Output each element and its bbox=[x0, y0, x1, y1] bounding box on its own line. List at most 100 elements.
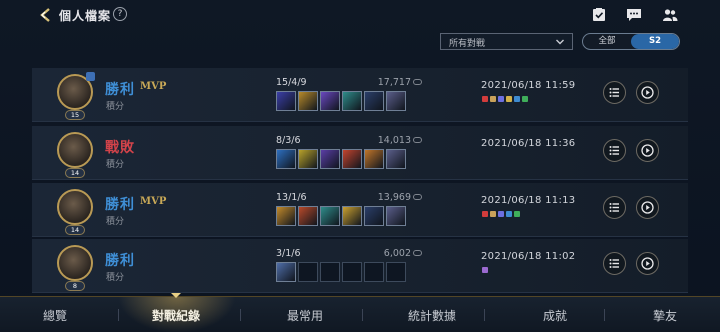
help-icon[interactable]: ? bbox=[113, 7, 127, 21]
hero-level-badge: 8 bbox=[65, 281, 85, 291]
match-row[interactable]: 14 戰敗積分 8/3/6 14,013 2021/06/18 11:36 bbox=[32, 126, 688, 180]
gold-coin-icon bbox=[413, 250, 422, 256]
tab-overview[interactable]: 總覽 bbox=[37, 307, 73, 324]
item-icon bbox=[342, 149, 362, 169]
play-icon bbox=[641, 201, 654, 214]
achievement-mark-icon bbox=[482, 96, 488, 102]
item-icon bbox=[298, 206, 318, 226]
tab-most-used[interactable]: 最常用 bbox=[283, 307, 327, 324]
replay-button[interactable] bbox=[636, 252, 659, 275]
gold-earned: 14,013 bbox=[360, 135, 422, 146]
match-row[interactable]: 15 勝利 MVP 積分 15/4/9 17,717 2021/06/18 11:59 bbox=[32, 68, 688, 122]
item-icon bbox=[386, 206, 406, 226]
gold-earned: 13,969 bbox=[360, 192, 422, 203]
party-badge-icon bbox=[86, 72, 95, 81]
chat-icon[interactable] bbox=[626, 8, 642, 22]
hero-avatar bbox=[57, 245, 93, 281]
play-icon bbox=[641, 144, 654, 157]
bottom-nav: 總覽 對戰紀錄 最常用 統計數據 成就 摯友 bbox=[0, 293, 720, 332]
hero-avatar bbox=[57, 189, 93, 225]
match-filter-dropdown[interactable]: 所有對戰 bbox=[440, 33, 573, 50]
item-icon bbox=[364, 149, 384, 169]
kda-score: 3/1/6 bbox=[276, 248, 301, 259]
hero-avatar bbox=[57, 132, 93, 168]
gold-value: 14,013 bbox=[377, 135, 411, 146]
match-date: 2021/06/18 11:36 bbox=[481, 138, 576, 149]
match-row[interactable]: 8 勝利 積分 3/1/6 6,002 2021/06/18 11:02 bbox=[32, 239, 688, 293]
match-result: 勝利 bbox=[105, 197, 135, 213]
kda-score: 8/3/6 bbox=[276, 135, 301, 146]
gold-coin-icon bbox=[413, 194, 422, 200]
gold-value: 17,717 bbox=[377, 77, 411, 88]
achievement-mark-icon bbox=[490, 96, 496, 102]
hero-level-badge: 14 bbox=[65, 225, 85, 235]
achievement-mark-icon bbox=[498, 96, 504, 102]
list-icon bbox=[609, 146, 619, 155]
achievement-mark-icon bbox=[482, 211, 488, 217]
item-icon bbox=[320, 91, 340, 111]
back-chevron-icon[interactable] bbox=[38, 7, 54, 23]
match-history-screen: 個人檔案 ? 所有對戰 全部 S2 15 勝利 MVP 積分 15/4/9 17… bbox=[0, 0, 720, 332]
match-result: 戰敗 bbox=[105, 140, 135, 156]
item-slot bbox=[320, 262, 340, 282]
match-date: 2021/06/18 11:59 bbox=[481, 80, 576, 91]
item-slot bbox=[364, 262, 384, 282]
achievement-mark-icon bbox=[506, 211, 512, 217]
gold-value: 13,969 bbox=[377, 192, 411, 203]
match-mode: 積分 bbox=[106, 160, 125, 170]
item-icon bbox=[342, 206, 362, 226]
gold-earned: 17,717 bbox=[360, 77, 422, 88]
gold-coin-icon bbox=[413, 137, 422, 143]
item-icon bbox=[386, 91, 406, 111]
replay-button[interactable] bbox=[636, 196, 659, 219]
hero-level-badge: 14 bbox=[65, 168, 85, 178]
gold-earned: 6,002 bbox=[360, 248, 422, 259]
divider bbox=[362, 309, 363, 321]
list-icon bbox=[609, 203, 619, 212]
replay-button[interactable] bbox=[636, 139, 659, 162]
list-icon bbox=[609, 88, 619, 97]
hero-level-badge: 15 bbox=[65, 110, 85, 120]
item-icon bbox=[276, 262, 296, 282]
tab-close-friends[interactable]: 摯友 bbox=[650, 307, 680, 324]
item-icon bbox=[298, 149, 318, 169]
mvp-label: MVP bbox=[140, 81, 167, 92]
match-mode: 積分 bbox=[106, 102, 125, 112]
match-details-button[interactable] bbox=[603, 81, 626, 104]
mvp-label: MVP bbox=[140, 196, 167, 207]
achievement-mark-icon bbox=[522, 96, 528, 102]
item-slot bbox=[386, 262, 406, 282]
match-row[interactable]: 14 勝利 MVP 積分 13/1/6 13,969 2021/06/18 11:13 bbox=[32, 183, 688, 237]
item-icon bbox=[342, 91, 362, 111]
chevron-down-icon bbox=[556, 39, 564, 45]
divider bbox=[240, 309, 241, 321]
friends-icon[interactable] bbox=[662, 8, 678, 22]
item-slot bbox=[298, 262, 318, 282]
season-toggle: 全部 S2 bbox=[582, 33, 680, 50]
kda-score: 15/4/9 bbox=[276, 77, 307, 88]
achievement-mark-icon bbox=[514, 211, 520, 217]
item-icon bbox=[276, 149, 296, 169]
match-result: 勝利 bbox=[105, 82, 135, 98]
segment-all[interactable]: 全部 bbox=[583, 34, 631, 49]
match-details-button[interactable] bbox=[603, 252, 626, 275]
item-icon bbox=[364, 206, 384, 226]
segment-s2[interactable]: S2 bbox=[631, 34, 679, 49]
match-details-button[interactable] bbox=[603, 196, 626, 219]
achievement-mark-icon bbox=[498, 211, 504, 217]
item-icon bbox=[386, 149, 406, 169]
tab-achievements[interactable]: 成就 bbox=[540, 307, 570, 324]
tab-statistics[interactable]: 統計數據 bbox=[404, 307, 460, 324]
checklist-icon[interactable] bbox=[591, 8, 607, 22]
match-details-button[interactable] bbox=[603, 139, 626, 162]
achievement-mark-icon bbox=[514, 96, 520, 102]
match-mode: 積分 bbox=[106, 273, 125, 283]
replay-button[interactable] bbox=[636, 81, 659, 104]
item-icon bbox=[320, 149, 340, 169]
achievement-mark-icon bbox=[506, 96, 512, 102]
divider bbox=[118, 309, 119, 321]
item-icon bbox=[276, 91, 296, 111]
tab-match-history[interactable]: 對戰紀錄 bbox=[146, 307, 206, 324]
item-slot bbox=[342, 262, 362, 282]
item-icon bbox=[364, 91, 384, 111]
